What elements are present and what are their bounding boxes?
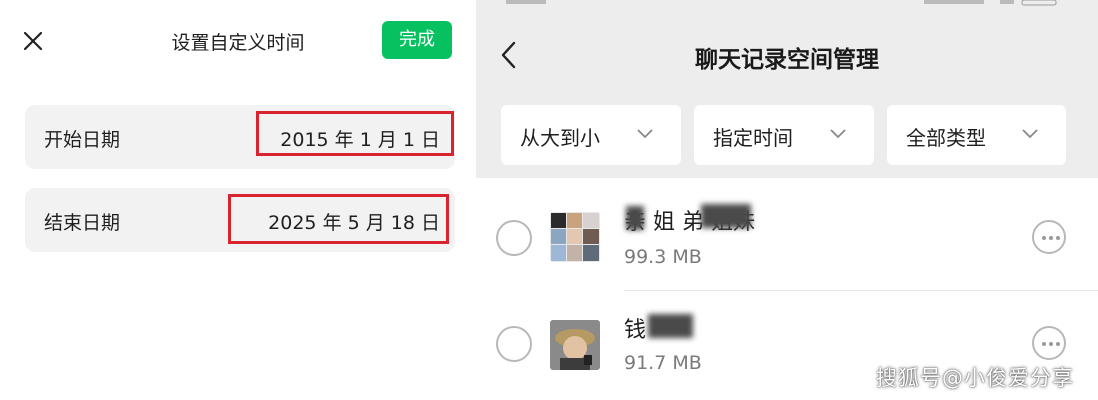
chat-size: 91.7 MB (624, 352, 702, 374)
select-radio[interactable] (496, 326, 532, 362)
type-filter-label: 全部类型 (906, 126, 986, 150)
end-date-label: 结束日期 (44, 212, 121, 234)
watermark: 搜狐号@小俊爱分享 (876, 366, 1074, 390)
time-filter[interactable]: 指定时间 (694, 105, 874, 165)
status-bar (506, 0, 1057, 6)
chat-size: 99.3 MB (624, 246, 702, 268)
more-icon[interactable] (1032, 220, 1066, 254)
end-date-highlight (228, 194, 449, 244)
redaction-mark (626, 206, 644, 230)
done-button[interactable]: 完成 (382, 21, 452, 59)
more-icon[interactable] (1032, 326, 1066, 360)
list-divider (624, 290, 1098, 291)
start-date-label: 开始日期 (44, 129, 121, 151)
chevron-down-icon (637, 129, 653, 139)
chat-name: 钱 (624, 318, 647, 343)
type-filter[interactable]: 全部类型 (887, 105, 1066, 165)
group-avatar (550, 212, 600, 262)
time-filter-label: 指定时间 (713, 126, 793, 150)
list-item[interactable]: 亲 姐 弟 姐妹 99.3 MB (476, 182, 1098, 292)
redaction-mark (701, 204, 751, 228)
storage-title: 聊天记录空间管理 (695, 47, 879, 73)
contact-avatar (550, 320, 600, 370)
chevron-down-icon (830, 129, 846, 139)
select-radio[interactable] (496, 220, 532, 256)
sort-filter[interactable]: 从大到小 (501, 105, 681, 165)
header: 聊天记录空间管理 从大到小 指定时间 全部类型 (476, 0, 1098, 178)
chevron-down-icon (1022, 129, 1038, 139)
redaction-mark (648, 314, 693, 338)
custom-time-panel: 设置自定义时间 完成 开始日期 2015 年 1 月 1 日 结束日期 2025… (0, 0, 470, 400)
sort-filter-label: 从大到小 (520, 126, 600, 150)
chat-storage-panel: 聊天记录空间管理 从大到小 指定时间 全部类型 亲 姐 弟 姐妹 99.3 MB… (476, 0, 1098, 400)
start-date-highlight (256, 111, 454, 156)
